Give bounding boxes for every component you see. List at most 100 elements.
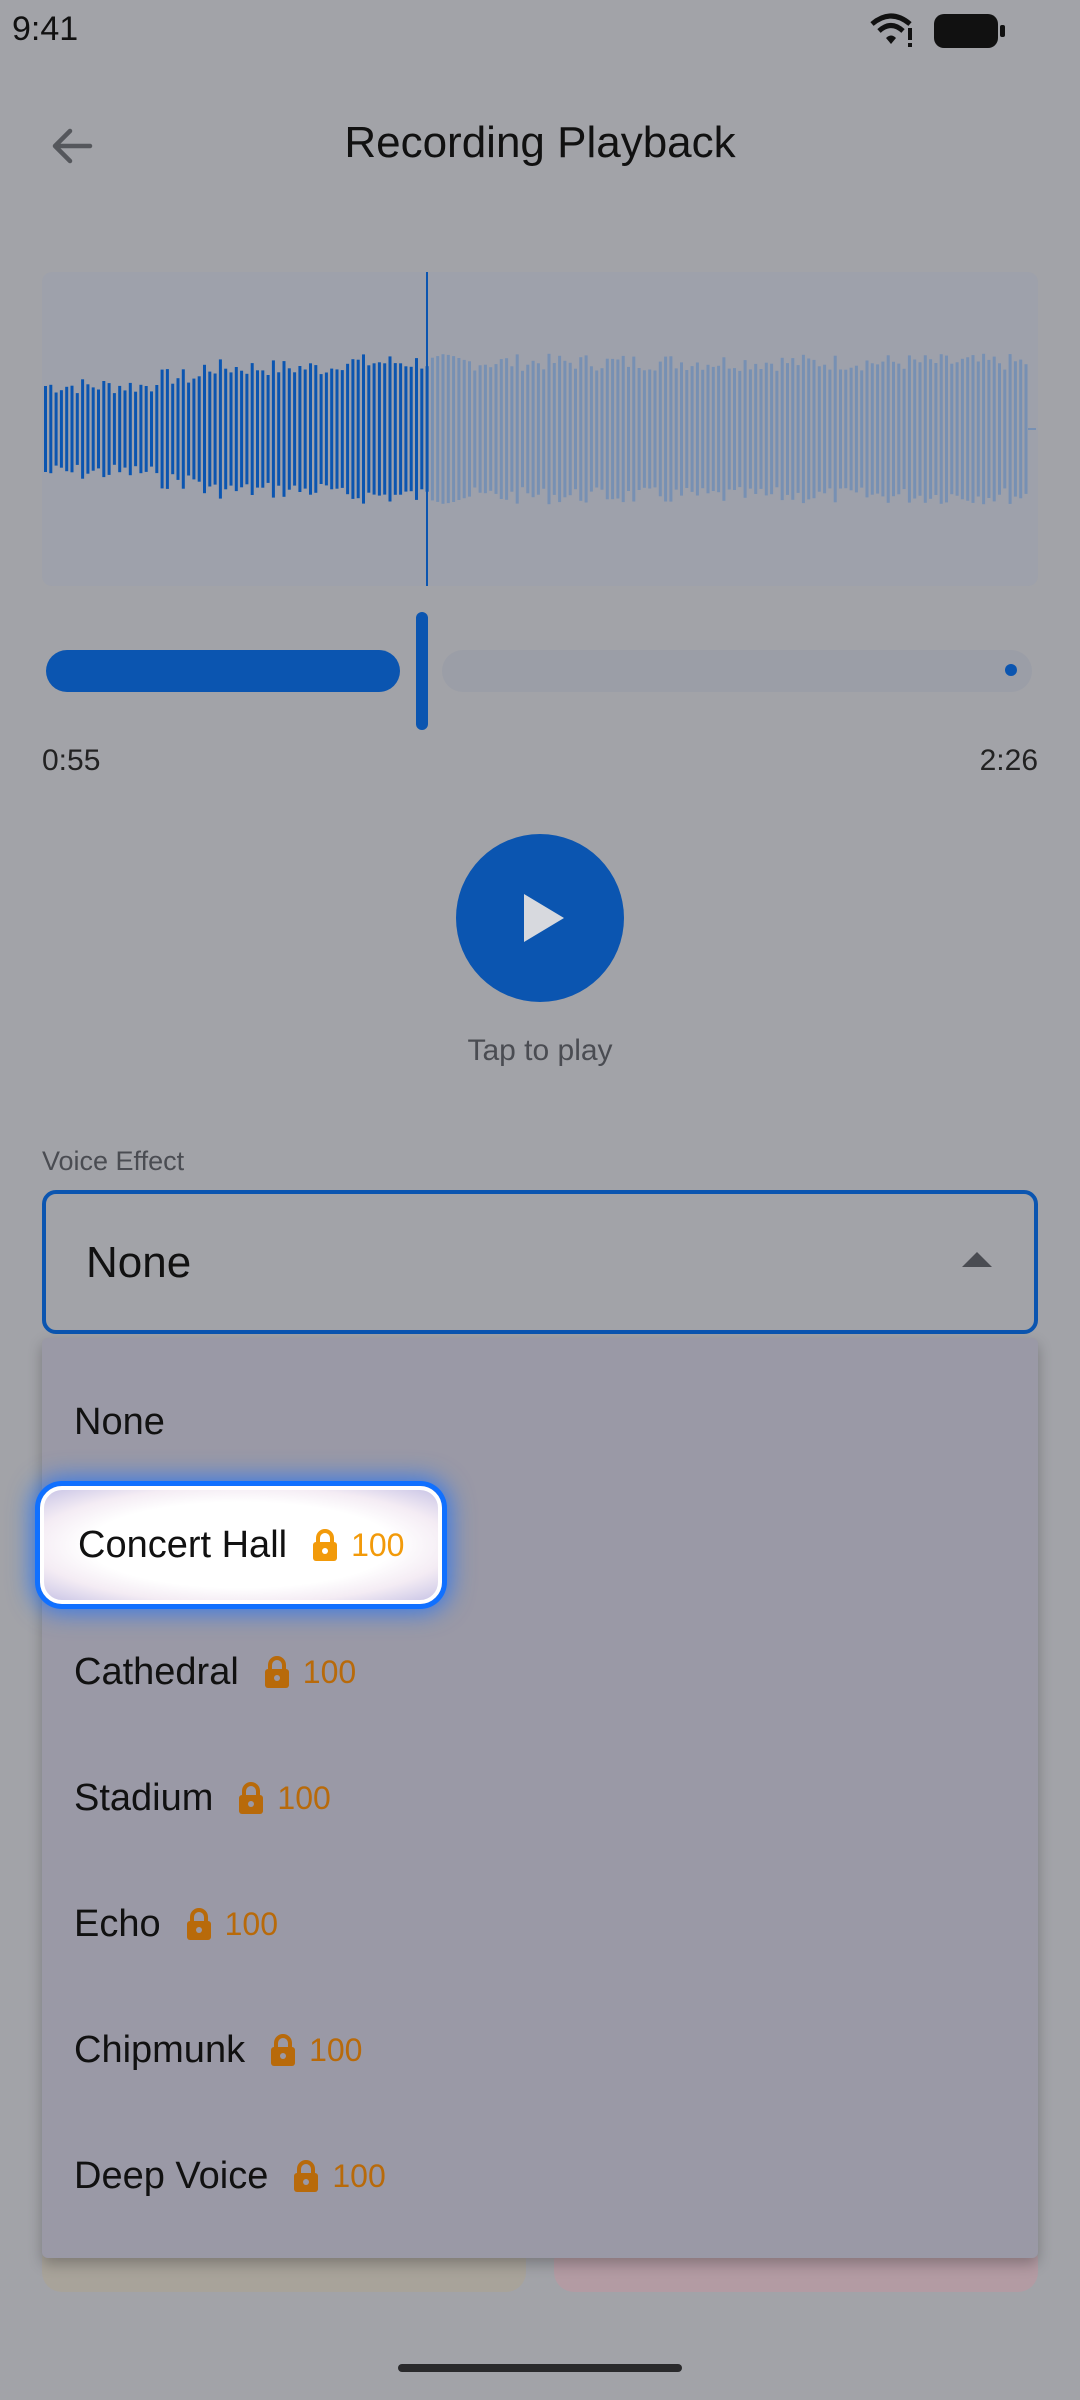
waveform-bar <box>632 356 636 502</box>
waveform-bar <box>144 386 148 472</box>
option-stadium[interactable]: Stadium 100 <box>74 1750 331 1846</box>
waveform-bar <box>123 390 127 468</box>
waveform-bar <box>743 360 747 498</box>
waveform-bar <box>839 369 842 489</box>
battery-icon <box>934 14 1005 48</box>
waveform-bar <box>383 363 387 495</box>
waveform-bar <box>240 370 244 488</box>
waveform-bar <box>118 385 122 473</box>
waveform-bar <box>717 365 721 493</box>
waveform-bar <box>415 358 418 500</box>
waveform-bar <box>171 383 175 475</box>
waveform-bar <box>1003 369 1007 489</box>
waveform-bar <box>505 358 509 500</box>
waveform-bar <box>886 355 890 503</box>
waveform-bar <box>913 359 917 499</box>
waveform-bar <box>833 355 837 503</box>
voice-effect-select[interactable]: None <box>42 1190 1038 1334</box>
waveform-bar <box>510 366 514 492</box>
waveform-bar <box>849 367 853 491</box>
waveform-bar <box>531 360 535 498</box>
waveform-bar <box>346 363 350 495</box>
waveform-bar <box>664 356 668 502</box>
waveform-bar <box>362 354 365 504</box>
waveform-bar <box>293 372 297 486</box>
waveform-bar <box>574 368 577 490</box>
option-label: Echo <box>74 1902 161 1945</box>
progress-thumb[interactable] <box>416 612 428 730</box>
waveform-bar <box>335 369 339 489</box>
waveform-bar <box>150 391 153 467</box>
waveform-bar <box>49 384 53 474</box>
waveform-bar <box>436 356 440 502</box>
option-echo[interactable]: Echo 100 <box>74 1876 278 1972</box>
waveform-bar <box>271 360 275 498</box>
waveform-bar <box>319 374 323 484</box>
waveform-bar <box>669 356 673 502</box>
option-none[interactable]: None <box>74 1374 165 1470</box>
waveform-bar <box>452 356 456 502</box>
waveform-bar <box>234 367 238 492</box>
waveform-bar <box>409 366 413 492</box>
play-icon <box>524 894 564 942</box>
waveform-bar <box>478 365 482 493</box>
waveform-bar <box>796 365 800 493</box>
waveform-bar <box>870 363 874 495</box>
waveform-bar <box>1013 361 1017 497</box>
waveform-bar <box>457 358 461 500</box>
waveform-bar <box>356 359 360 499</box>
waveform-bar <box>589 366 593 492</box>
waveform-bar <box>473 370 477 488</box>
waveform-bar <box>637 368 641 490</box>
waveform-bar <box>314 365 318 493</box>
waveform-bar <box>807 358 811 500</box>
waveform-bar <box>1008 354 1012 504</box>
waveform-bar <box>134 391 138 467</box>
waveform-bar <box>330 368 334 490</box>
waveform-bar <box>966 357 970 501</box>
waveform-bar <box>976 361 980 497</box>
waveform-bar <box>245 373 249 485</box>
waveform-bar <box>420 368 424 490</box>
waveform-bar <box>823 364 827 494</box>
waveform-bar <box>309 363 312 495</box>
waveform-bar <box>748 369 752 489</box>
waveform-bar <box>462 359 466 499</box>
option-concert-hall[interactable]: Concert Hall 100 <box>40 1486 443 1604</box>
waveform-bar <box>468 361 471 497</box>
voice-effect-label: Voice Effect <box>42 1146 185 1176</box>
waveform-bar <box>775 370 779 488</box>
lock-icon <box>264 1656 289 1688</box>
waveform-bar <box>1024 364 1028 494</box>
progress-remaining[interactable] <box>442 650 1032 692</box>
waveform-bar <box>786 363 789 495</box>
waveform-bar <box>192 378 196 480</box>
waveform-bar <box>287 368 291 490</box>
option-chipmunk[interactable]: Chipmunk 100 <box>74 2002 362 2098</box>
waveform-bar <box>160 369 164 489</box>
waveform-bar <box>494 364 498 494</box>
waveform-bar <box>648 369 652 489</box>
waveform-bar <box>224 368 228 490</box>
wifi-icon <box>870 13 912 47</box>
waveform-bar <box>181 369 185 489</box>
option-deep-voice[interactable]: Deep Voice 100 <box>74 2128 386 2224</box>
waveform-playhead <box>426 272 428 586</box>
waveform-bar <box>197 376 201 482</box>
waveform-bar <box>282 361 286 497</box>
waveform-bar <box>250 363 254 495</box>
option-cathedral[interactable]: Cathedral 100 <box>74 1624 356 1720</box>
waveform-bar <box>187 382 191 476</box>
waveform[interactable] <box>42 272 1038 586</box>
play-button[interactable] <box>456 834 624 1002</box>
waveform-bar <box>801 354 805 504</box>
waveform-bar <box>627 366 630 491</box>
waveform-graphic <box>44 272 1036 586</box>
waveform-bar <box>902 368 906 490</box>
waveform-bar <box>102 381 106 478</box>
waveform-bar <box>791 358 795 500</box>
waveform-bar <box>483 364 487 494</box>
waveform-bar <box>733 368 736 490</box>
waveform-bar <box>261 370 265 488</box>
waveform-bar <box>945 355 948 503</box>
